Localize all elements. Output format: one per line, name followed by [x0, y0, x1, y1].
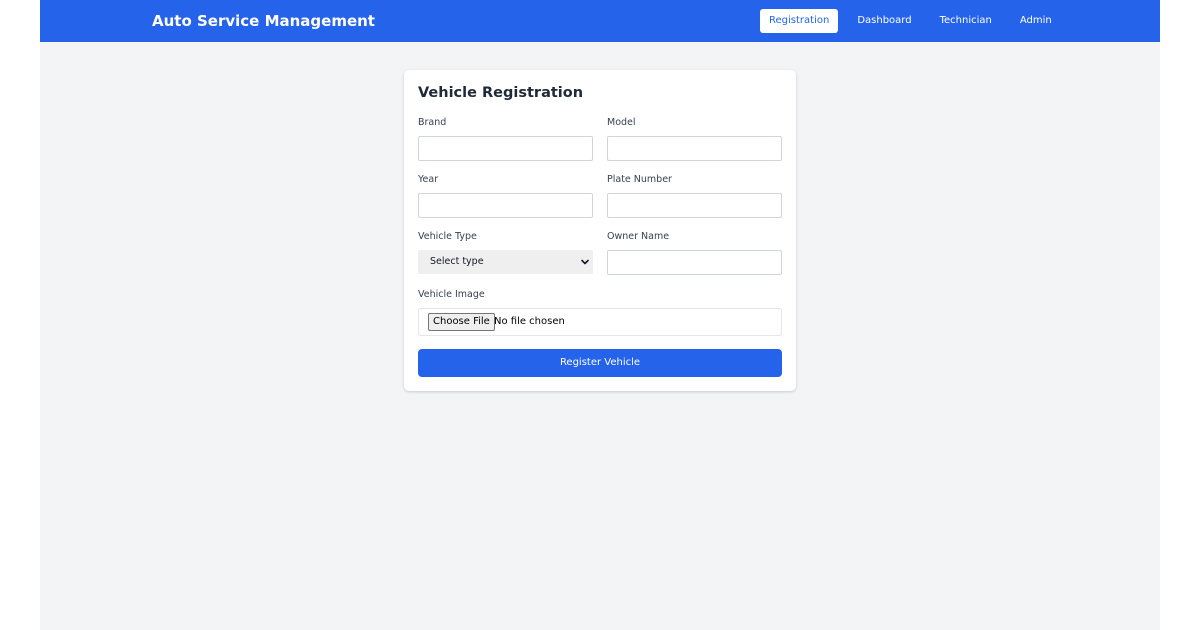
year-input[interactable] [418, 193, 593, 218]
vehicle-type-select[interactable]: Select type [418, 250, 593, 274]
model-input[interactable] [607, 136, 782, 161]
nav-link-admin[interactable]: Admin [1011, 9, 1061, 33]
main-nav: Registration Dashboard Technician Admin [760, 9, 1071, 33]
chevron-down-icon [581, 259, 589, 265]
nav-link-technician[interactable]: Technician [931, 9, 1001, 33]
nav-link-registration[interactable]: Registration [760, 9, 839, 33]
vehicle-registration-card: Vehicle Registration Brand Model Year Pl… [404, 70, 796, 391]
vehicle-image-label: Vehicle Image [418, 289, 485, 300]
vehicle-type-selected: Select type [430, 256, 484, 267]
vehicle-image-input: Choose File No file chosen [418, 308, 782, 336]
file-status-text: No file chosen [494, 316, 565, 327]
owner-name-label: Owner Name [607, 231, 670, 242]
register-vehicle-button[interactable]: Register Vehicle [418, 349, 782, 377]
plate-number-field: Plate Number [607, 174, 782, 218]
model-field: Model [607, 117, 782, 161]
plate-number-label: Plate Number [607, 174, 672, 185]
brand-field: Brand [418, 117, 593, 161]
form-title: Vehicle Registration [418, 85, 584, 101]
year-field: Year [418, 174, 593, 218]
year-label: Year [418, 174, 439, 185]
owner-name-field: Owner Name [607, 231, 782, 275]
model-label: Model [607, 117, 636, 128]
owner-name-input[interactable] [607, 250, 782, 275]
vehicle-type-label: Vehicle Type [418, 231, 477, 242]
brand-input[interactable] [418, 136, 593, 161]
choose-file-button[interactable]: Choose File [428, 313, 495, 331]
vehicle-type-field: Vehicle Type Select type [418, 231, 593, 274]
nav-link-dashboard[interactable]: Dashboard [848, 9, 920, 33]
plate-number-input[interactable] [607, 193, 782, 218]
app-brand: Auto Service Management [152, 12, 375, 30]
app-container: Auto Service Management Registration Das… [40, 0, 1160, 630]
brand-label: Brand [418, 117, 447, 128]
vehicle-image-field: Vehicle Image Choose File No file chosen [418, 289, 782, 336]
top-navbar: Auto Service Management Registration Das… [40, 0, 1160, 42]
